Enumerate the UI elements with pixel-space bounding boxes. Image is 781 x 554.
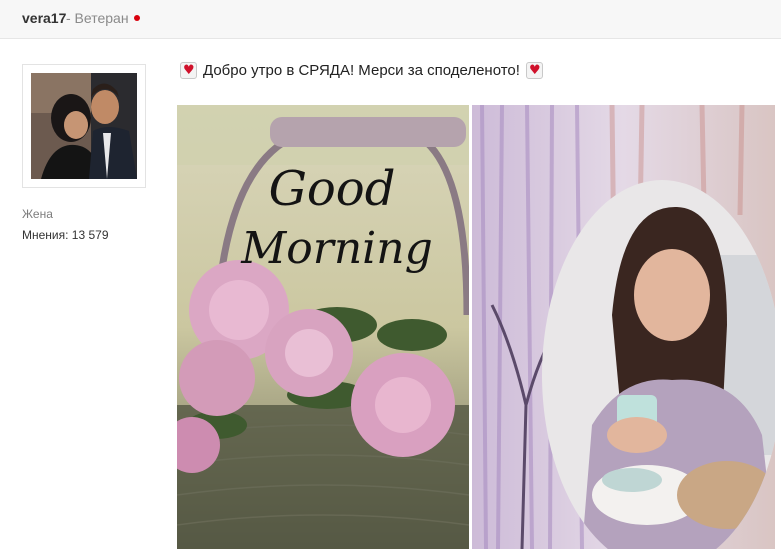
heart-icon	[525, 61, 543, 79]
heart-icon	[180, 61, 197, 79]
post-header: vera17 - Ветеран	[0, 0, 781, 39]
user-post-count: Мнения: 13 579	[22, 228, 109, 242]
user-gender: Жена	[22, 207, 53, 221]
post-message: Добро утро в СРЯДА! Мерси за споделеното…	[180, 59, 543, 81]
post-text: Добро утро в СРЯДА! Мерси за споделеното…	[203, 61, 520, 79]
avatar[interactable]	[31, 73, 137, 179]
avatar-frame[interactable]	[22, 64, 146, 188]
good-caption: Good	[269, 161, 396, 217]
username-link[interactable]: vera17	[22, 10, 66, 26]
user-rank: - Ветеран	[66, 10, 129, 26]
online-status-icon	[134, 15, 140, 21]
good-morning-image[interactable]: Good Morning	[177, 105, 469, 549]
morning-caption: Morning	[240, 223, 433, 274]
woman-coffee-image[interactable]	[472, 105, 775, 549]
